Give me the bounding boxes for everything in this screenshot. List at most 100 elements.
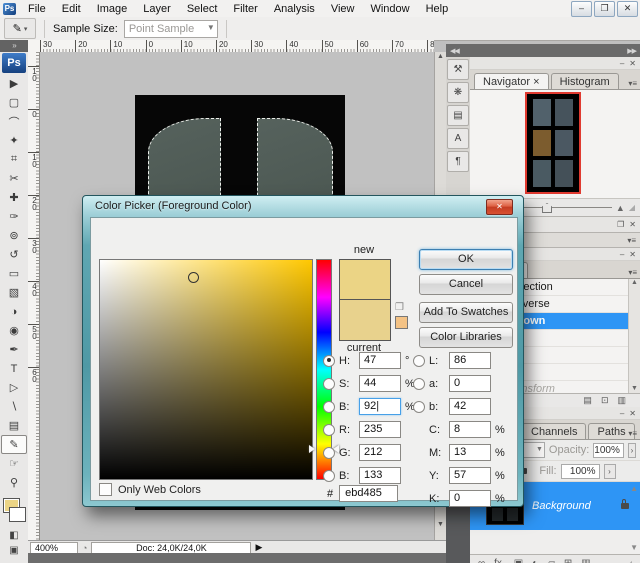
- menu-item[interactable]: Edit: [54, 1, 89, 17]
- value-input[interactable]: 42: [449, 398, 491, 415]
- panel-menu-icon[interactable]: ▾≡: [628, 430, 637, 437]
- tool-button[interactable]: ⌒: [0, 112, 28, 131]
- value-input[interactable]: 133: [359, 467, 401, 484]
- gamut-warning-cube-icon[interactable]: ❒: [395, 302, 404, 313]
- tool-button[interactable]: ⚲: [0, 473, 28, 492]
- panel-menu-icon[interactable]: ▾≡: [628, 269, 637, 276]
- value-input[interactable]: 0: [449, 490, 491, 507]
- panel-close-icon[interactable]: ✕: [629, 220, 636, 229]
- radio-button[interactable]: [323, 470, 335, 482]
- radio-button[interactable]: [323, 355, 335, 367]
- color-field[interactable]: [99, 259, 313, 480]
- toolbar-collapse-button[interactable]: »: [0, 40, 28, 52]
- close-button[interactable]: ✕: [617, 1, 638, 17]
- tool-button[interactable]: ⊚: [0, 226, 28, 245]
- status-arrow-icon[interactable]: ▶: [255, 542, 262, 553]
- tool-button[interactable]: ▧: [0, 283, 28, 302]
- dialog-close-button[interactable]: ✕: [486, 199, 513, 215]
- value-input[interactable]: 0: [449, 375, 491, 392]
- tool-button[interactable]: ✒: [0, 340, 28, 359]
- color-libraries-button[interactable]: Color Libraries: [419, 327, 513, 348]
- menu-item[interactable]: Filter: [225, 1, 265, 17]
- menu-item[interactable]: Layer: [135, 1, 179, 17]
- scroll-up-icon[interactable]: ▲: [630, 484, 638, 493]
- menu-item[interactable]: View: [323, 1, 363, 17]
- scroll-down-icon[interactable]: ▼: [437, 521, 444, 528]
- layers-bar-icon[interactable]: ▣: [514, 558, 523, 563]
- quick-mask-button[interactable]: ◧: [0, 528, 28, 543]
- panel-close-icon[interactable]: ✕: [629, 59, 636, 68]
- tab-channels[interactable]: Channels: [522, 423, 586, 439]
- value-input[interactable]: 235: [359, 421, 401, 438]
- panel-close-icon[interactable]: ✕: [629, 409, 636, 418]
- value-input[interactable]: 47: [359, 352, 401, 369]
- layers-bar-icon[interactable]: fx.: [494, 558, 505, 563]
- tool-button[interactable]: ✑: [0, 207, 28, 226]
- dock-panel-button[interactable]: ⚒: [447, 59, 469, 80]
- tool-button[interactable]: ◑: [0, 302, 28, 321]
- cancel-button[interactable]: Cancel: [419, 274, 513, 295]
- dock-panel-button[interactable]: ▤: [447, 105, 469, 126]
- opacity-spinner[interactable]: ›: [628, 443, 636, 458]
- panel-maximize-icon[interactable]: ❐: [617, 220, 624, 229]
- value-input[interactable]: 57: [449, 467, 491, 484]
- scroll-up-icon[interactable]: ▲: [437, 53, 444, 60]
- dock-panel-button[interactable]: ❋: [447, 82, 469, 103]
- dock-collapse-left-icon[interactable]: ◀◀: [450, 47, 459, 55]
- zoom-level-field[interactable]: 400%: [30, 542, 78, 554]
- web-safe-swatch[interactable]: [395, 316, 408, 329]
- menu-item[interactable]: File: [20, 1, 54, 17]
- menu-item[interactable]: Help: [418, 1, 457, 17]
- scroll-down-icon[interactable]: ▼: [630, 543, 638, 552]
- tool-button[interactable]: ▤: [0, 416, 28, 435]
- layers-bar-icon[interactable]: ⊞: [564, 558, 572, 563]
- radio-button[interactable]: [323, 424, 335, 436]
- radio-button[interactable]: [413, 378, 425, 390]
- navigator-thumbnail[interactable]: [525, 92, 581, 194]
- sample-size-select[interactable]: Point Sample ▼: [124, 20, 218, 38]
- tool-button[interactable]: ✦: [0, 131, 28, 150]
- tool-button[interactable]: ▭: [0, 264, 28, 283]
- dock-panel-button[interactable]: ¶: [447, 151, 469, 172]
- layers-bar-icon[interactable]: ▥: [581, 558, 590, 563]
- value-input[interactable]: 44: [359, 375, 401, 392]
- opacity-field[interactable]: 100%: [593, 443, 624, 458]
- fill-spinner[interactable]: ›: [604, 464, 616, 479]
- minimize-button[interactable]: –: [571, 1, 592, 17]
- hex-input[interactable]: ebd485: [339, 485, 398, 502]
- panel-menu-icon[interactable]: ▾≡: [627, 236, 636, 245]
- screen-mode-button[interactable]: ▣: [0, 543, 28, 558]
- panel-minimize-icon[interactable]: –: [620, 250, 624, 259]
- menu-item[interactable]: Select: [179, 1, 226, 17]
- action-bar-icon[interactable]: ▤: [583, 395, 592, 406]
- radio-button[interactable]: [413, 355, 425, 367]
- actions-scrollbar[interactable]: ▲ ▼: [628, 279, 640, 393]
- value-input[interactable]: 13: [449, 444, 491, 461]
- layers-bar-icon[interactable]: ▱: [547, 558, 555, 563]
- menu-item[interactable]: Window: [362, 1, 417, 17]
- radio-button[interactable]: [323, 378, 335, 390]
- value-input[interactable]: 86: [449, 352, 491, 369]
- dock-panel-button[interactable]: A: [447, 128, 469, 149]
- menu-item[interactable]: Image: [89, 1, 136, 17]
- tool-button[interactable]: ☞: [0, 454, 28, 473]
- tool-button[interactable]: ✎: [1, 435, 27, 454]
- slider-thumb[interactable]: [542, 203, 552, 213]
- radio-button[interactable]: [413, 401, 425, 413]
- tool-button[interactable]: ▢: [0, 93, 28, 112]
- radio-button[interactable]: [323, 401, 335, 413]
- tool-button[interactable]: ▷: [0, 378, 28, 397]
- panel-minimize-icon[interactable]: –: [620, 59, 624, 68]
- tool-button[interactable]: T: [0, 359, 28, 378]
- tab-navigator[interactable]: Navigator ×: [474, 73, 549, 89]
- action-bar-icon[interactable]: ▥: [617, 395, 626, 406]
- fill-field[interactable]: 100%: [561, 464, 600, 479]
- value-input[interactable]: 92: [359, 398, 401, 415]
- dock-collapse-right-icon[interactable]: ▶▶: [627, 47, 636, 55]
- zoom-in-icon[interactable]: ▲: [616, 203, 625, 213]
- layer-name[interactable]: Background: [532, 500, 591, 512]
- tool-button[interactable]: ✂: [0, 169, 28, 188]
- panel-menu-icon[interactable]: ▾≡: [628, 80, 637, 87]
- panel-minimize-icon[interactable]: –: [620, 409, 624, 418]
- radio-button[interactable]: [323, 447, 335, 459]
